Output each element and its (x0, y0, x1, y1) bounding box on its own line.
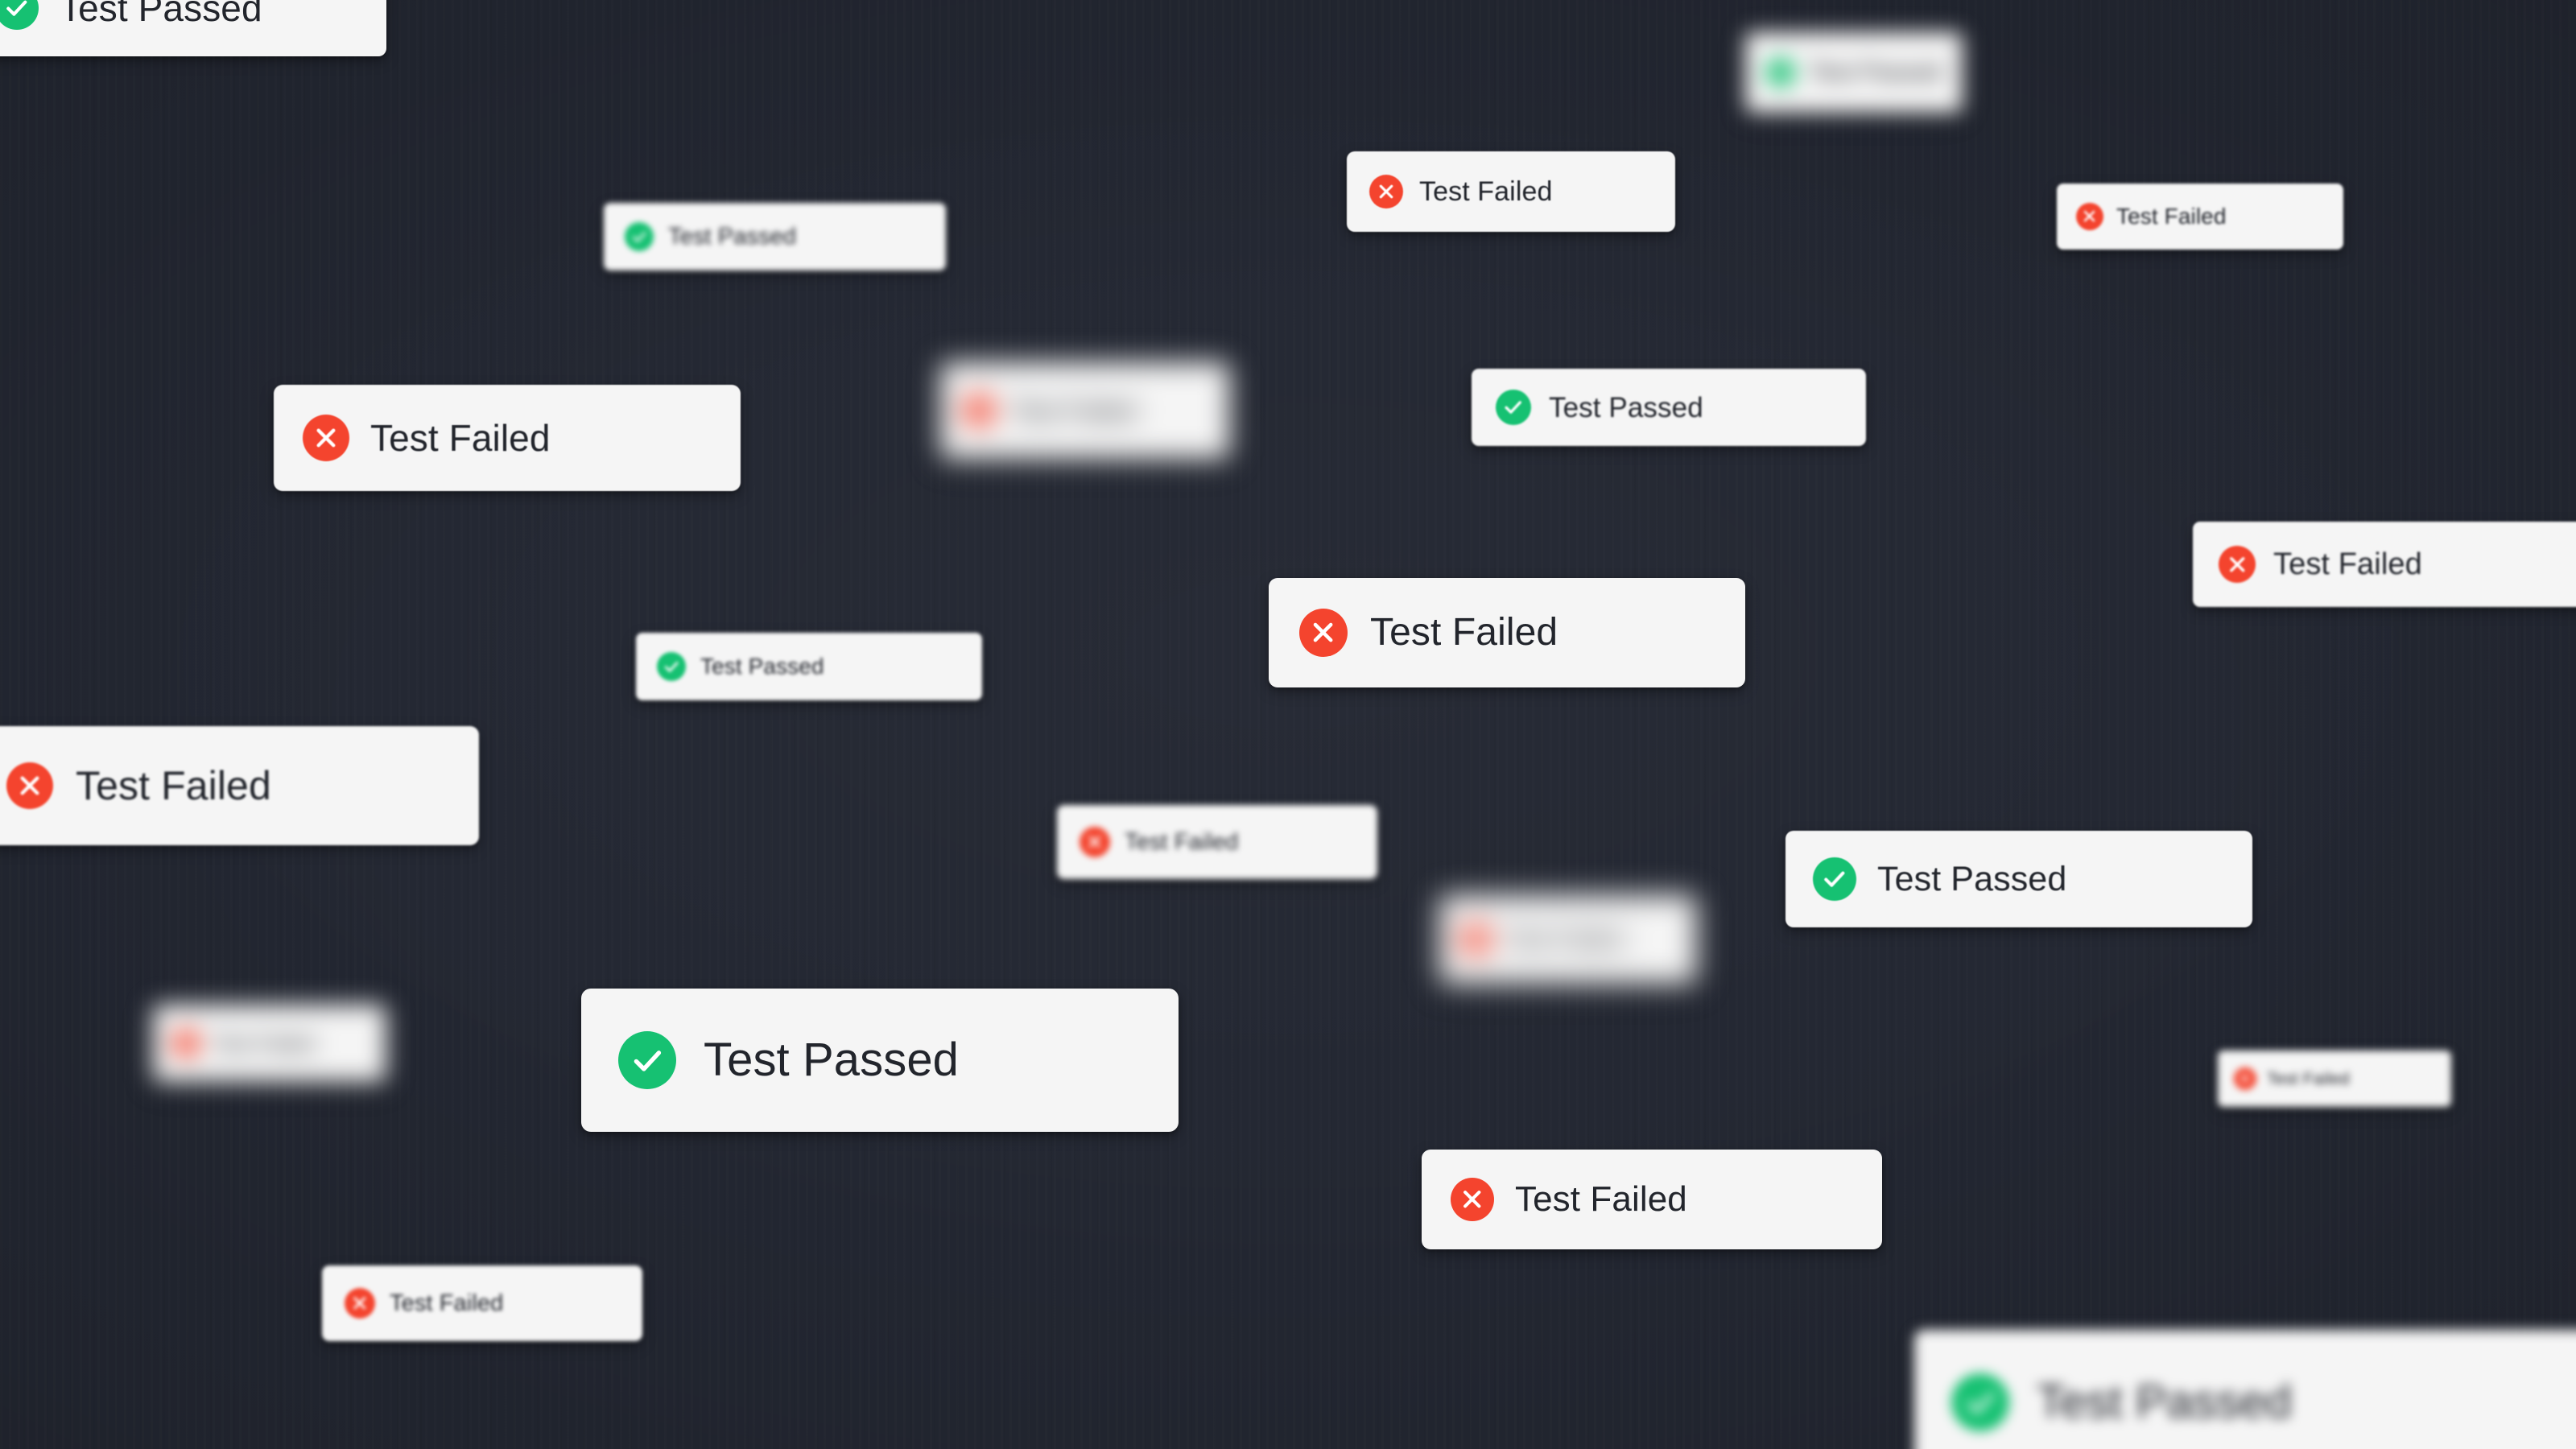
status-card-label: Test Failed (1125, 828, 1239, 855)
check-circle-icon (625, 222, 654, 251)
status-card-fail[interactable]: Test Failed (1439, 895, 1697, 984)
status-card-fail[interactable]: Test Failed (940, 362, 1230, 459)
check-circle-icon (0, 0, 39, 30)
status-card-pass[interactable]: Test Passed (1914, 1330, 2576, 1449)
status-card-pass[interactable]: Test Passed (636, 633, 982, 700)
x-circle-icon (963, 394, 995, 427)
x-circle-icon (2076, 203, 2103, 230)
status-card-fail[interactable]: Test Failed (0, 726, 479, 845)
status-card-label: Test Passed (700, 654, 824, 679)
x-circle-icon (1299, 609, 1348, 657)
status-card-fail[interactable]: Test Failed (1057, 805, 1377, 879)
status-card-pass[interactable]: Test Passed (1745, 32, 1963, 113)
status-card-label: Test Failed (76, 763, 271, 808)
status-card-label: Test Failed (213, 1031, 315, 1055)
x-circle-icon (303, 415, 349, 461)
status-card-label: Test Passed (2037, 1376, 2293, 1428)
status-card-fail[interactable]: Test Failed (1347, 151, 1675, 232)
x-circle-icon (345, 1288, 375, 1319)
x-circle-icon (6, 762, 53, 809)
x-circle-icon (1080, 827, 1110, 857)
check-circle-icon (1766, 58, 1795, 87)
status-card-label: Test Passed (704, 1034, 960, 1086)
status-card-fail[interactable]: Test Failed (2057, 184, 2343, 250)
status-card-fail[interactable]: Test Failed (2193, 522, 2576, 607)
status-card-pass[interactable]: Test Passed (581, 989, 1179, 1132)
status-card-label: Test Passed (1549, 391, 1703, 423)
x-circle-icon (1369, 175, 1403, 208)
x-circle-icon (1451, 1178, 1494, 1221)
status-card-label: Test Failed (370, 417, 551, 459)
status-card-label: Test Failed (1370, 611, 1558, 654)
status-card-fail[interactable]: Test Failed (1269, 578, 1745, 687)
status-card-label: Test Failed (390, 1290, 504, 1316)
status-card-pass[interactable]: Test Passed (0, 0, 386, 56)
status-card-canvas: Test Failed Test Failed Test Failed Test Pa… (0, 0, 2576, 1449)
status-card-label: Test Failed (2273, 547, 2422, 581)
status-card-fail[interactable]: Test Failed (1422, 1150, 1882, 1249)
status-card-label: Test Failed (1505, 926, 1624, 952)
status-card-label: Test Passed (60, 0, 262, 29)
status-card-label: Test Failed (2116, 204, 2227, 229)
x-circle-icon (1460, 924, 1491, 955)
status-card-fail[interactable]: Test Failed (2218, 1051, 2451, 1107)
check-circle-icon (1813, 857, 1856, 901)
status-card-pass[interactable]: Test Passed (604, 203, 946, 270)
status-card-fail[interactable]: Test Failed (274, 385, 741, 491)
status-card-pass[interactable]: Test Passed (1472, 369, 1866, 446)
check-circle-icon (1951, 1373, 2009, 1431)
status-card-pass[interactable]: Test Passed (1785, 831, 2252, 927)
status-card-fail[interactable]: Test Failed (153, 1005, 386, 1082)
x-circle-icon (2234, 1067, 2256, 1090)
x-circle-icon (2219, 546, 2256, 583)
status-card-label: Test Failed (1515, 1179, 1687, 1219)
status-card-label: Test Failed (2267, 1069, 2350, 1088)
status-card-label: Test Passed (1877, 859, 2067, 898)
x-circle-icon (172, 1030, 200, 1057)
status-card-label: Test Failed (1011, 396, 1137, 425)
check-circle-icon (1496, 390, 1531, 425)
status-card-fail[interactable]: Test Failed (322, 1265, 642, 1341)
status-card-label: Test Failed (1419, 176, 1553, 207)
status-card-label: Test Passed (668, 223, 797, 250)
check-circle-icon (657, 652, 686, 681)
check-circle-icon (618, 1031, 676, 1089)
status-card-label: Test Passed (1810, 59, 1942, 85)
